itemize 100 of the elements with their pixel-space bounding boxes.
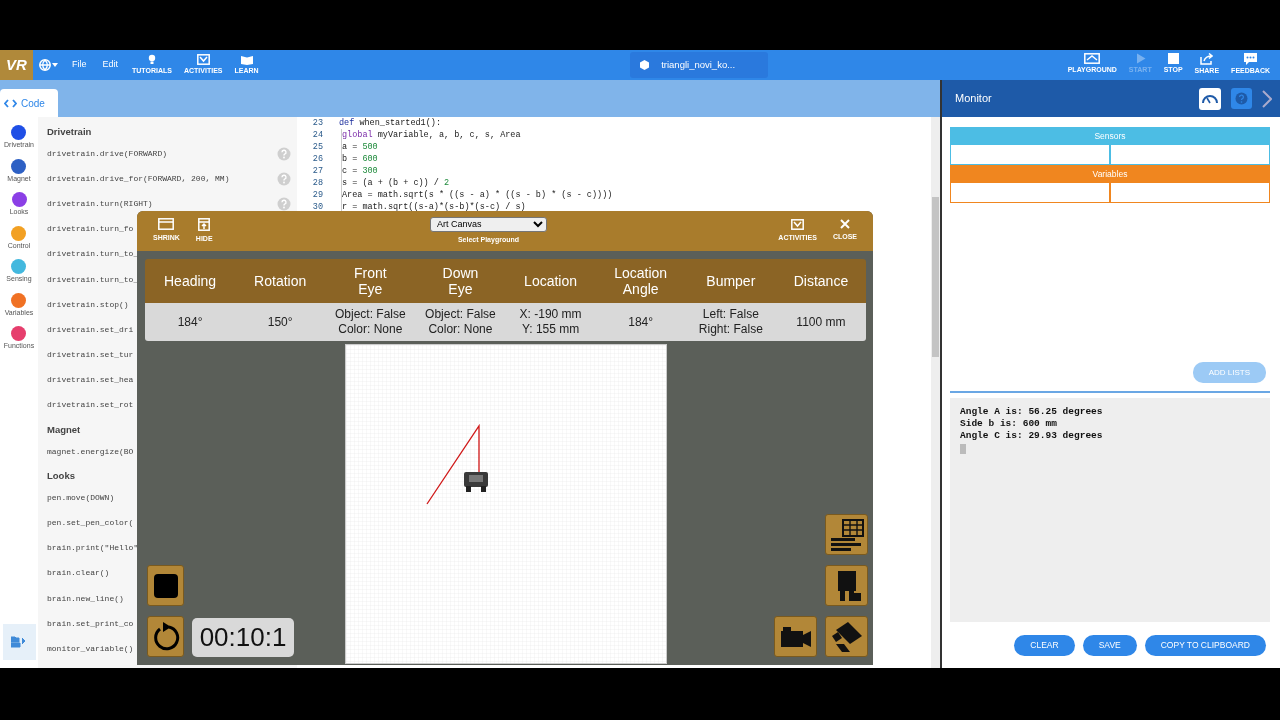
playground-select[interactable]: Art Canvas — [429, 216, 547, 232]
code-snippet[interactable]: drivetrain.stop() — [47, 298, 129, 311]
close-icon — [839, 219, 850, 230]
column-header: Bumper — [685, 259, 776, 303]
column-header: Distance — [775, 259, 866, 303]
code-line: Area = math.sqrt(s * ((s - a) * ((s - b) * (s - c)))) — [342, 188, 613, 202]
camera-icon — [829, 619, 864, 654]
globe-icon — [39, 59, 51, 71]
column-header: Location — [505, 259, 596, 303]
camera-button[interactable] — [774, 616, 817, 657]
code-tab[interactable]: Code — [0, 89, 58, 117]
code-snippet[interactable]: monitor_variable() — [47, 642, 134, 655]
robot-icon — [464, 472, 488, 492]
line-number: 26 — [311, 152, 323, 166]
lightbulb-icon — [146, 53, 158, 66]
stop-icon — [1167, 53, 1179, 65]
console-button[interactable]: SAVE — [1082, 635, 1137, 656]
code-snippet[interactable]: drivetrain.turn_to_ — [47, 273, 139, 286]
menu-item[interactable]: Edit — [94, 58, 127, 72]
table-cell: Object: False Color: None — [325, 303, 416, 341]
code-snippet[interactable]: drivetrain.set_rot — [47, 399, 134, 412]
code-snippet[interactable]: drivetrain.drive_for(FORWARD, 200, MM) — [47, 172, 230, 185]
line-number: 27 — [311, 164, 323, 178]
book-icon — [239, 53, 254, 65]
code-line: r = math.sqrt((s-a)*(s-b)*(s-c) / s) — [342, 200, 526, 214]
timer: 00:10:1 — [192, 618, 294, 657]
code-snippet[interactable]: drivetrain.set_tur — [47, 349, 134, 362]
data-table-button[interactable] — [825, 514, 868, 555]
checkbox-icon — [196, 53, 210, 65]
table-cell: 184° — [145, 303, 236, 341]
table-cell: 1100 mm — [775, 303, 866, 341]
column-header: Front Eye — [325, 259, 416, 303]
stop-button[interactable] — [147, 565, 184, 606]
blocks-icon — [11, 635, 27, 649]
column-header: Rotation — [235, 259, 326, 303]
console-line: Angle C is: 29.93 degrees — [960, 430, 1104, 442]
reset-icon — [151, 621, 180, 652]
code-snippet[interactable]: pen.set_pen_color( — [47, 517, 134, 530]
share-icon — [1200, 53, 1214, 66]
code-snippet[interactable]: drivetrain.drive(FORWARD) — [47, 147, 168, 160]
robot-view-button[interactable] — [825, 565, 868, 606]
section-heading: Drivetrain — [47, 124, 93, 139]
play-icon — [1134, 53, 1146, 65]
blocks-switch-button[interactable] — [2, 624, 36, 660]
category-dot[interactable] — [11, 292, 27, 308]
help-icon — [1235, 92, 1248, 105]
code-line: b = 600 — [342, 152, 378, 166]
code-snippet[interactable]: pen.move(DOWN) — [47, 491, 115, 504]
code-line: a = 500 — [342, 140, 378, 154]
line-number: 24 — [311, 128, 323, 142]
speech-bubble-icon — [1244, 53, 1258, 66]
gauge-icon — [1202, 93, 1218, 104]
category-dot[interactable] — [11, 259, 27, 274]
code-line: def when_started1(): — [339, 116, 442, 130]
panel-title: Monitor — [955, 91, 992, 107]
console-line: Angle A is: 56.25 degrees — [960, 406, 1104, 418]
stop-icon — [153, 573, 178, 598]
console-button[interactable]: COPY TO CLIPBOARD — [1144, 635, 1266, 656]
code-line: global myVariable, a, b, c, s, Area — [342, 128, 521, 142]
line-number: 23 — [311, 116, 323, 130]
section-heading: Magnet — [47, 422, 82, 437]
text-cursor — [960, 444, 966, 454]
console-button[interactable]: CLEAR — [1014, 635, 1075, 656]
table-cell: Left: False Right: False — [685, 303, 776, 341]
category-dot[interactable] — [11, 158, 27, 174]
code-snippet[interactable]: brain.set_print_co — [47, 617, 134, 630]
table-cell: Object: False Color: None — [415, 303, 506, 341]
code-snippet[interactable]: drivetrain.turn(RIGHT) — [47, 197, 153, 210]
project-name-field[interactable]: triangli_novi_ko... — [630, 52, 769, 78]
category-dot[interactable] — [11, 125, 27, 140]
category-dot[interactable] — [11, 192, 27, 207]
window-icon — [158, 218, 175, 231]
code-snippet[interactable]: drivetrain.set_dri — [47, 323, 134, 336]
code-snippet[interactable]: brain.print("Hello" — [47, 542, 139, 555]
category-dot[interactable] — [11, 225, 27, 241]
menu-item[interactable]: File — [64, 58, 95, 72]
column-header: Down Eye — [415, 259, 506, 303]
checkbox-icon — [791, 218, 805, 230]
category-dot[interactable] — [11, 326, 27, 341]
code-snippet[interactable]: drivetrain.turn_fo — [47, 223, 134, 236]
scrollbar[interactable] — [932, 197, 939, 357]
monitor-icon — [1084, 53, 1101, 65]
table-icon — [829, 517, 864, 552]
table-cell: X: -190 mm Y: 155 mm — [505, 303, 596, 341]
code-snippet[interactable]: brain.clear() — [47, 567, 110, 580]
chevron-right-icon[interactable] — [1262, 89, 1272, 108]
section-header: Variables — [950, 165, 1270, 183]
line-number: 25 — [311, 140, 323, 154]
window-icon — [198, 217, 211, 231]
camera-angle-button[interactable] — [825, 616, 868, 657]
code-icon — [4, 98, 17, 108]
reset-button[interactable] — [147, 616, 184, 657]
code-snippet[interactable]: brain.new_line() — [47, 592, 124, 605]
line-number: 28 — [311, 176, 323, 190]
code-snippet[interactable]: drivetrain.set_hea — [47, 374, 134, 387]
section-heading: Looks — [47, 469, 76, 484]
code-snippet[interactable]: magnet.energize(BO — [47, 445, 134, 458]
column-header: Location Angle — [595, 259, 686, 303]
code-snippet[interactable]: drivetrain.turn_to_ — [47, 248, 139, 261]
monitor-button[interactable] — [1199, 87, 1221, 110]
